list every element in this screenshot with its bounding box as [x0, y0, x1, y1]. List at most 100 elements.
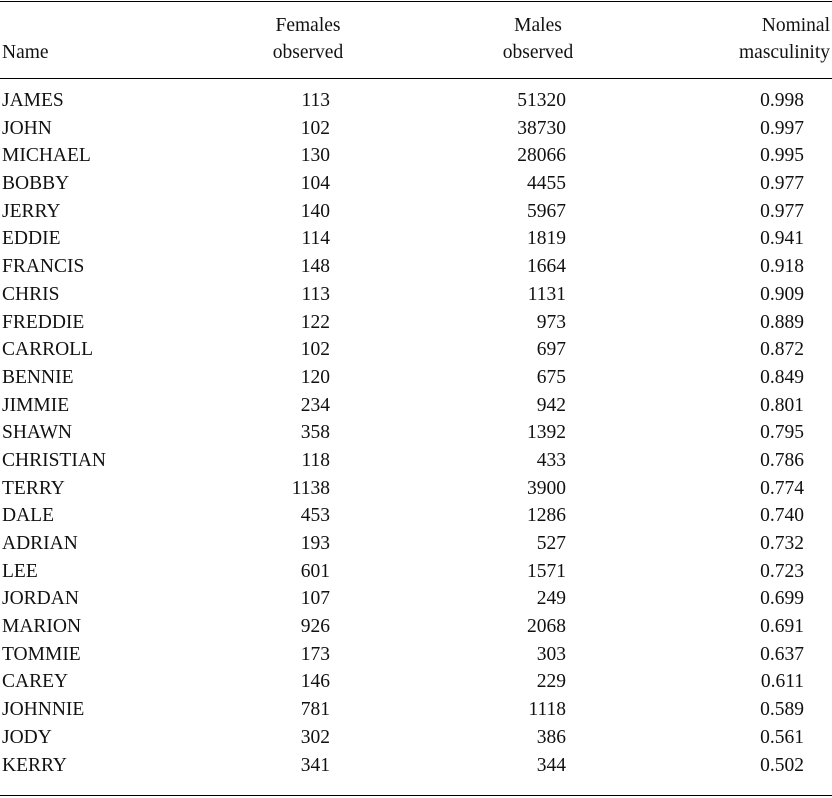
cell-nominal-masculinity: 0.872	[760, 339, 804, 361]
table-row: KERRY 341 344 0.502	[0, 752, 832, 780]
cell-males-observed: 1286	[527, 505, 566, 527]
cell-females-observed: 140	[300, 200, 330, 222]
table-row: ADRIAN 193 527 0.732	[0, 530, 832, 558]
cell-name: DALE	[2, 505, 54, 527]
table-row: SHAWN 358 1392 0.795	[0, 419, 832, 447]
cell-males-observed: 675	[536, 366, 566, 388]
table-row: MARION 926 2068 0.691	[0, 613, 832, 641]
cell-males-observed: 344	[536, 754, 566, 776]
cell-females-observed: 148	[300, 256, 330, 278]
table-row: JERRY 140 5967 0.977	[0, 198, 832, 226]
header-nominal-line-2: masculinity	[739, 42, 830, 63]
cell-females-observed: 102	[300, 339, 330, 361]
header-females-observed: Females observed	[258, 12, 358, 66]
cell-name: LEE	[2, 560, 38, 582]
cell-nominal-masculinity: 0.723	[760, 560, 804, 582]
cell-nominal-masculinity: 0.611	[760, 671, 804, 693]
cell-name: CHRISTIAN	[2, 449, 107, 471]
table-row: DALE 453 1286 0.740	[0, 502, 832, 530]
cell-females-observed: 173	[300, 643, 330, 665]
cell-males-observed: 1131	[527, 283, 566, 305]
bottom-rule	[0, 795, 832, 796]
table-row: JAMES 113 51320 0.998	[0, 87, 832, 115]
cell-name: EDDIE	[2, 228, 61, 250]
cell-females-observed: 114	[301, 228, 330, 250]
cell-name: CARROLL	[2, 339, 94, 361]
cell-females-observed: 122	[300, 311, 330, 333]
cell-nominal-masculinity: 0.801	[760, 394, 804, 416]
cell-females-observed: 102	[300, 117, 330, 139]
cell-males-observed: 1819	[527, 228, 566, 250]
cell-females-observed: 146	[300, 671, 330, 693]
cell-males-observed: 527	[536, 533, 566, 554]
table-row: EDDIE 114 1819 0.941	[0, 225, 832, 253]
cell-name: TOMMIE	[2, 643, 81, 665]
cell-name: TERRY	[2, 477, 65, 499]
cell-name: CAREY	[2, 671, 69, 693]
cell-nominal-masculinity: 0.691	[760, 616, 804, 638]
cell-males-observed: 51320	[517, 90, 566, 111]
header-males-observed: Males observed	[488, 12, 588, 66]
cell-nominal-masculinity: 0.637	[760, 643, 804, 665]
cell-nominal-masculinity: 0.995	[760, 145, 804, 167]
cell-nominal-masculinity: 0.977	[760, 173, 804, 195]
header-females-line-2: observed	[272, 42, 344, 63]
cell-males-observed: 229	[536, 671, 566, 693]
cell-males-observed: 433	[536, 449, 566, 471]
cell-females-observed: 113	[301, 90, 330, 111]
table-row: LEE 601 1571 0.723	[0, 558, 832, 586]
header-nominal-line-1: Nominal	[761, 15, 830, 36]
cell-males-observed: 973	[536, 311, 566, 333]
cell-nominal-masculinity: 0.998	[760, 90, 804, 111]
cell-males-observed: 5967	[527, 200, 566, 222]
cell-males-observed: 386	[536, 726, 566, 748]
cell-name: JORDAN	[2, 588, 79, 610]
cell-name: JODY	[2, 726, 52, 748]
cell-nominal-masculinity: 0.909	[760, 283, 804, 305]
table-row: TERRY 1138 3900 0.774	[0, 475, 832, 503]
table-row: BENNIE 120 675 0.849	[0, 364, 832, 392]
header-name-line-1: Name	[2, 42, 49, 63]
cell-males-observed: 303	[536, 643, 566, 665]
header-nominal-masculinity: Nominal masculinity	[739, 12, 830, 66]
cell-females-observed: 926	[300, 616, 330, 638]
table-row: MICHAEL 130 28066 0.995	[0, 142, 832, 170]
cell-name: JERRY	[2, 200, 61, 222]
cell-females-observed: 130	[300, 145, 330, 167]
cell-males-observed: 2068	[527, 616, 566, 638]
header-name: Name	[2, 39, 49, 66]
cell-females-observed: 601	[300, 560, 330, 582]
cell-name: JAMES	[2, 90, 64, 111]
cell-females-observed: 341	[300, 754, 330, 776]
cell-nominal-masculinity: 0.997	[760, 117, 804, 139]
cell-males-observed: 38730	[517, 117, 566, 139]
cell-name: MICHAEL	[2, 145, 91, 167]
cell-nominal-masculinity: 0.732	[760, 533, 804, 554]
cell-name: KERRY	[2, 754, 68, 776]
cell-name: JOHNNIE	[2, 699, 85, 721]
header-males-line-1: Males	[514, 15, 562, 36]
cell-males-observed: 942	[536, 394, 566, 416]
cell-nominal-masculinity: 0.774	[760, 477, 804, 499]
table-row: CARROLL 102 697 0.872	[0, 336, 832, 364]
table-row: CAREY 146 229 0.611	[0, 668, 832, 696]
cell-females-observed: 107	[300, 588, 330, 610]
table-row: JODY 302 386 0.561	[0, 724, 832, 752]
table-row: FRANCIS 148 1664 0.918	[0, 253, 832, 281]
cell-males-observed: 697	[536, 339, 566, 361]
cell-name: JIMMIE	[2, 394, 70, 416]
table-body: JAMES 113 51320 0.998 JOHN 102 38730 0.997 MICHA…	[0, 87, 832, 779]
cell-females-observed: 113	[301, 283, 330, 305]
table-row: JORDAN 107 249 0.699	[0, 585, 832, 613]
cell-males-observed: 1118	[528, 699, 566, 721]
cell-females-observed: 234	[300, 394, 330, 416]
cell-males-observed: 1571	[527, 560, 566, 582]
table-row: JIMMIE 234 942 0.801	[0, 392, 832, 420]
cell-nominal-masculinity: 0.589	[760, 699, 804, 721]
cell-nominal-masculinity: 0.941	[760, 228, 804, 250]
cell-name: JOHN	[2, 117, 52, 139]
names-masculinity-table: Name Females observed Males observed Nom…	[0, 0, 832, 798]
cell-name: SHAWN	[2, 422, 72, 444]
header-females-line-1: Females	[275, 15, 341, 36]
cell-males-observed: 249	[536, 588, 566, 610]
